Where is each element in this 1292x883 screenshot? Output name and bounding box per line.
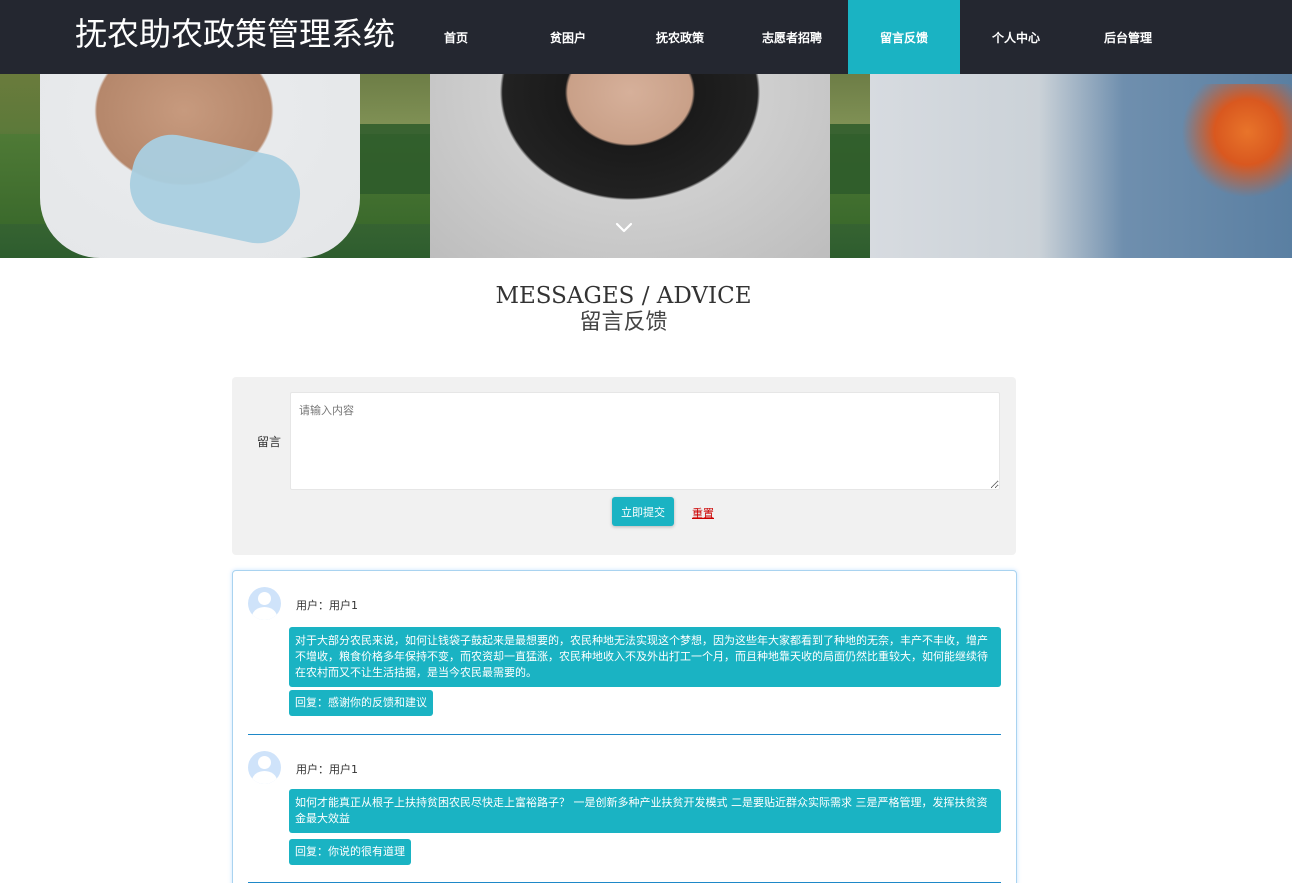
message-reply: 回复：你说的很有道理	[289, 839, 411, 865]
nav-item-volunteer-recruitment[interactable]: 志愿者招聘	[736, 0, 848, 74]
reset-button[interactable]: 重置	[692, 505, 714, 521]
message-reply: 回复：感谢你的反馈和建议	[289, 690, 433, 716]
banner-flower-decoration	[1180, 84, 1292, 244]
section-heading: MESSAGES / ADVICE 留言反馈	[0, 283, 1247, 337]
nav-item-admin[interactable]: 后台管理	[1072, 0, 1184, 74]
message-username: 用户：用户1	[296, 599, 358, 612]
avatar	[248, 751, 281, 784]
site-title[interactable]: 抚农助农政策管理系统	[75, 12, 395, 56]
nav-item-personal-center[interactable]: 个人中心	[960, 0, 1072, 74]
banner-image	[0, 74, 1292, 258]
message-textarea[interactable]	[290, 392, 1000, 490]
nav-item-poor-households[interactable]: 贫困户	[512, 0, 624, 74]
nav-item-home[interactable]: 首页	[400, 0, 512, 74]
list-item: 用户：用户1 如何才能真正从根子上扶持贫困农民尽快走上富裕路子？ 一是创新多种产…	[248, 751, 1001, 871]
list-item: 用户：用户1 对于大部分农民来说，如何让钱袋子鼓起来是最想要的，农民种地无法实现…	[248, 587, 1001, 717]
message-content: 对于大部分农民来说，如何让钱袋子鼓起来是最想要的，农民种地无法实现这个梦想，因为…	[289, 627, 1001, 687]
main-nav: 首页 贫困户 抚农政策 志愿者招聘 留言反馈 个人中心 后台管理	[400, 0, 1184, 74]
avatar	[248, 587, 281, 620]
section-title-cn: 留言反馈	[579, 310, 668, 335]
submit-button[interactable]: 立即提交	[612, 497, 674, 526]
message-label: 留言	[257, 435, 282, 449]
divider	[248, 734, 1001, 735]
top-navbar: 抚农助农政策管理系统 首页 贫困户 抚农政策 志愿者招聘 留言反馈 个人中心 后…	[0, 0, 1292, 74]
nav-item-messages[interactable]: 留言反馈	[848, 0, 960, 74]
message-username: 用户：用户1	[296, 763, 358, 776]
section-title-en: MESSAGES / ADVICE	[495, 283, 752, 309]
message-content: 如何才能真正从根子上扶持贫困农民尽快走上富裕路子？ 一是创新多种产业扶贫开发模式…	[289, 789, 1001, 833]
chevron-down-icon[interactable]	[612, 216, 636, 240]
message-list: 用户：用户1 对于大部分农民来说，如何让钱袋子鼓起来是最想要的，农民种地无法实现…	[232, 570, 1017, 883]
nav-item-policies[interactable]: 抚农政策	[624, 0, 736, 74]
message-form: 留言 立即提交 重置	[232, 377, 1016, 555]
